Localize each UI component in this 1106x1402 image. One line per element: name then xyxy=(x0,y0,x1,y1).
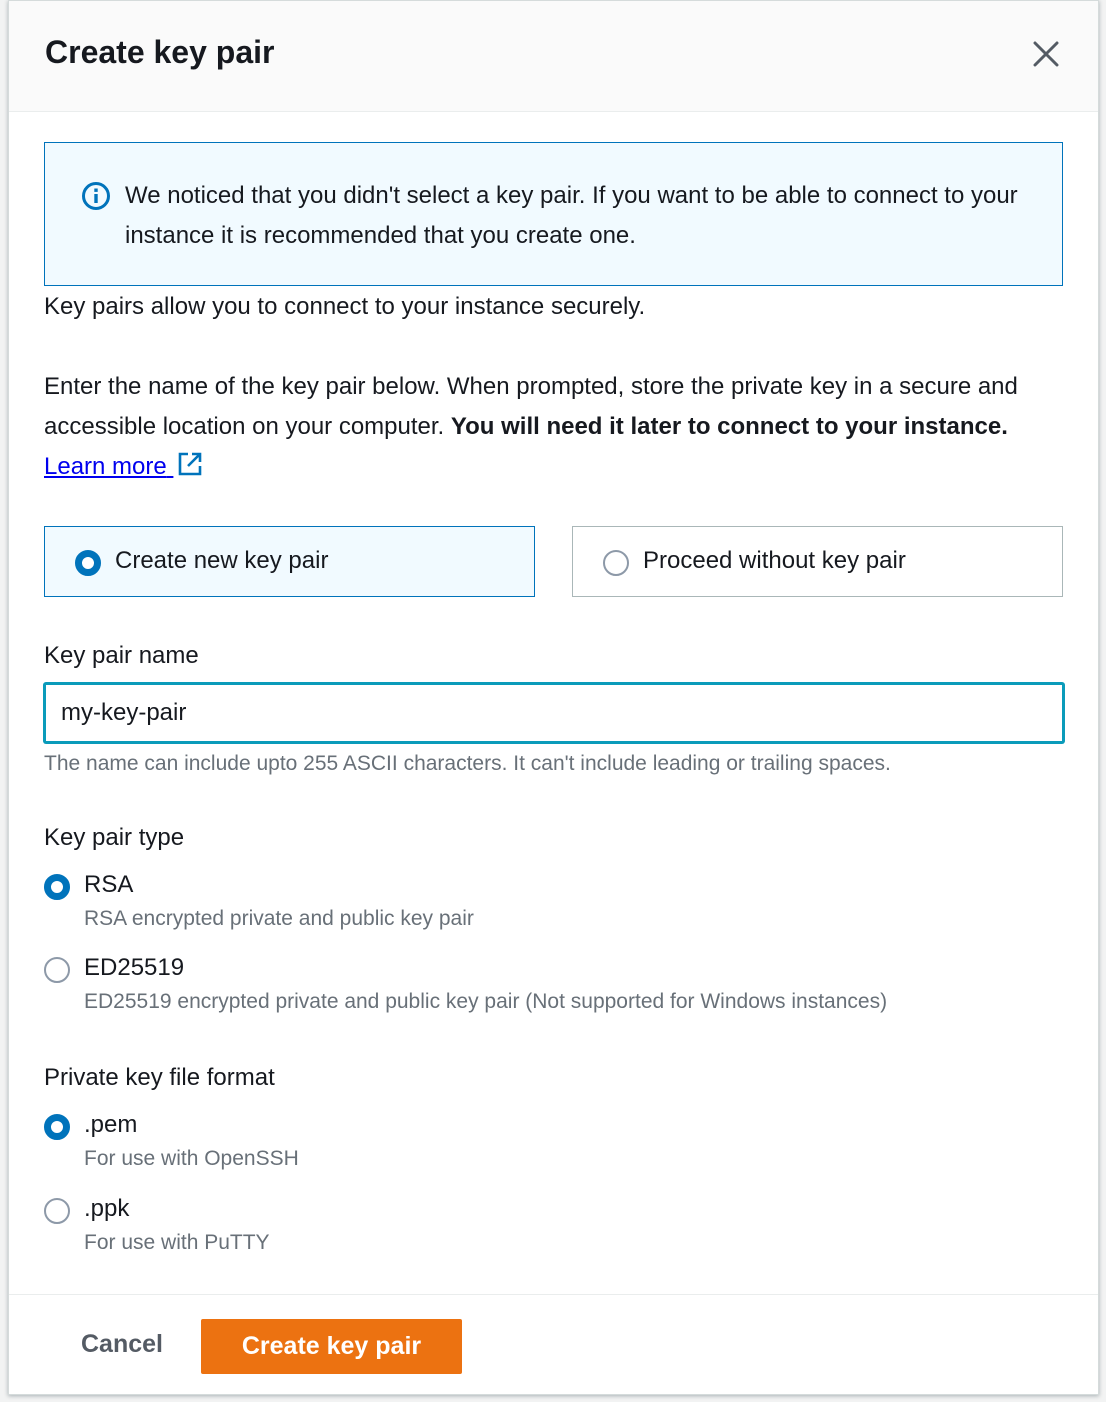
close-button[interactable] xyxy=(1030,38,1062,70)
modal-title: Create key pair xyxy=(45,34,275,70)
file-format-option-ppk[interactable]: .ppk For use with PuTTY xyxy=(44,1195,1044,1265)
ed25519-description: ED25519 encrypted private and public key… xyxy=(84,990,888,1013)
modal-header: Create key pair xyxy=(9,1,1098,112)
ppk-radio[interactable] xyxy=(44,1198,70,1224)
instructions-bold: You will need it later to connect to you… xyxy=(450,413,1008,440)
rsa-description: RSA encrypted private and public key pai… xyxy=(84,907,474,930)
key-pair-name-label: Key pair name xyxy=(44,642,199,669)
create-key-pair-modal: Create key pair We noticed that you didn… xyxy=(8,0,1099,1395)
pem-label: .pem xyxy=(84,1111,138,1138)
pem-description: For use with OpenSSH xyxy=(84,1147,299,1170)
proceed-without-key-pair-tile[interactable]: Proceed without key pair xyxy=(572,526,1063,597)
create-key-pair-button[interactable]: Create key pair xyxy=(201,1319,462,1374)
key-type-option-ed25519[interactable]: ED25519 ED25519 encrypted private and pu… xyxy=(44,954,1044,1024)
private-key-file-format-label: Private key file format xyxy=(44,1064,275,1091)
key-pair-name-input[interactable] xyxy=(44,683,1064,743)
key-type-option-rsa[interactable]: RSA RSA encrypted private and public key… xyxy=(44,871,1044,941)
ed25519-radio[interactable] xyxy=(44,957,70,983)
file-format-option-pem[interactable]: .pem For use with OpenSSH xyxy=(44,1111,1044,1181)
pem-radio[interactable] xyxy=(44,1114,70,1140)
proceed-without-label: Proceed without key pair xyxy=(643,547,906,574)
alert-message: We noticed that you didn't select a key … xyxy=(125,182,1018,249)
create-new-label: Create new key pair xyxy=(115,547,329,574)
rsa-label: RSA xyxy=(84,871,134,898)
proceed-without-radio[interactable] xyxy=(603,550,629,576)
cancel-button[interactable]: Cancel xyxy=(81,1330,163,1359)
info-alert: We noticed that you didn't select a key … xyxy=(44,142,1063,286)
modal-footer: Cancel Create key pair xyxy=(9,1294,1098,1394)
intro-text: Key pairs allow you to connect to your i… xyxy=(44,293,646,320)
info-icon xyxy=(82,182,110,210)
create-new-radio[interactable] xyxy=(75,550,101,576)
create-new-key-pair-tile[interactable]: Create new key pair xyxy=(44,526,535,597)
instructions-text: Enter the name of the key pair below. Wh… xyxy=(44,367,1074,487)
key-pair-name-constraint: The name can include upto 255 ASCII char… xyxy=(44,752,891,775)
rsa-radio[interactable] xyxy=(44,874,70,900)
learn-more-label: Learn more xyxy=(44,453,167,480)
key-pair-type-label: Key pair type xyxy=(44,824,185,851)
ed25519-label: ED25519 xyxy=(84,954,185,981)
ppk-label: .ppk xyxy=(84,1195,130,1222)
ppk-description: For use with PuTTY xyxy=(84,1231,270,1254)
close-icon xyxy=(1033,41,1059,67)
learn-more-link[interactable]: Learn more xyxy=(44,453,173,480)
external-link-icon[interactable] xyxy=(177,451,203,477)
